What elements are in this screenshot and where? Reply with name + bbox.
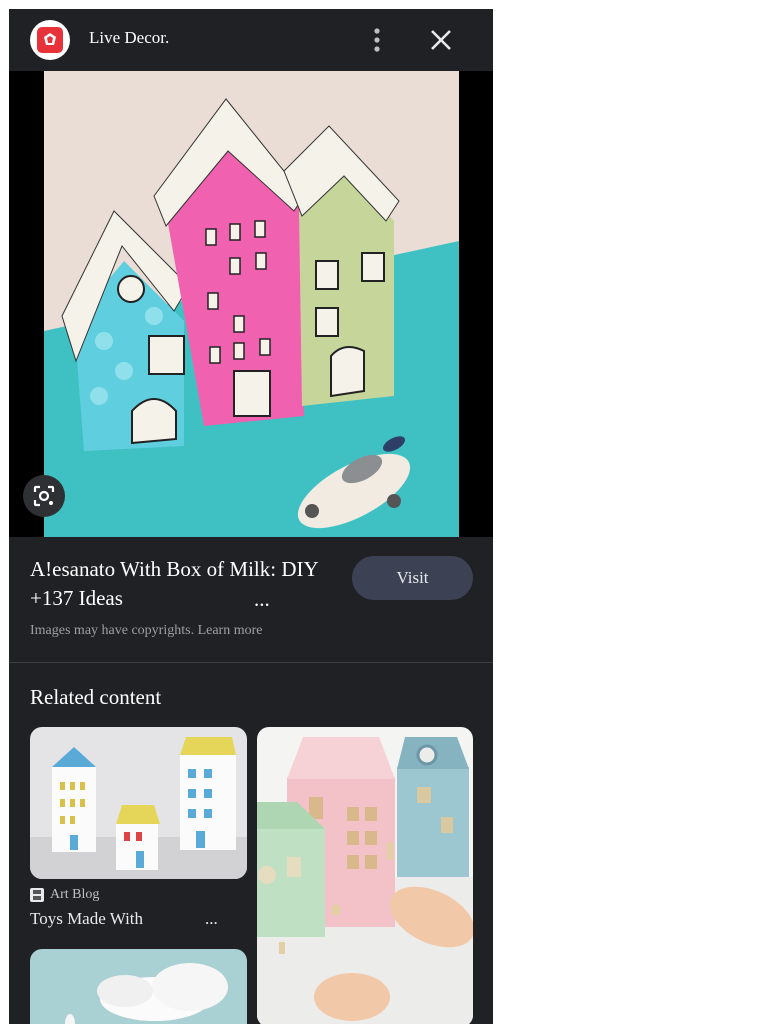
related-card-source-name: Art Blog — [50, 887, 100, 902]
copyright-text: Images may have copyrights. — [30, 623, 195, 638]
section-divider — [9, 662, 493, 663]
related-content-heading: Related content — [30, 685, 162, 709]
copyright-notice: Images may have copyrights. Learn more — [30, 623, 262, 639]
main-image[interactable] — [44, 71, 459, 537]
visit-button[interactable]: Visit — [352, 556, 473, 600]
image-viewer-panel: Live Decor. A!esanato With Box of Milk: … — [9, 9, 493, 1024]
related-card-more-button[interactable]: ... — [205, 909, 218, 929]
close-button[interactable] — [427, 26, 455, 54]
site-logo-mark — [37, 27, 63, 53]
related-card-image-1[interactable] — [30, 727, 247, 879]
result-title[interactable]: A!esanato With Box of Milk: DIY +137 Ide… — [30, 555, 320, 613]
more-options-button[interactable] — [365, 26, 389, 54]
site-name[interactable]: Live Decor. — [89, 28, 169, 48]
related-card-title[interactable]: Toys Made With — [30, 909, 143, 929]
related-card-image-3[interactable] — [30, 949, 247, 1024]
lens-icon — [33, 485, 55, 507]
viewer-header: Live Decor. — [9, 9, 493, 71]
related-card-image-2[interactable] — [257, 727, 473, 1024]
close-icon — [431, 30, 451, 50]
title-ellipsis: ... — [254, 587, 270, 611]
related-card-source[interactable]: Art Blog — [30, 887, 99, 903]
lens-search-button[interactable] — [23, 475, 65, 517]
learn-more-link[interactable]: Learn more — [198, 623, 263, 638]
site-logo[interactable] — [30, 20, 70, 60]
source-favicon — [30, 888, 44, 902]
main-image-container — [9, 71, 493, 537]
more-vert-icon — [374, 28, 380, 52]
